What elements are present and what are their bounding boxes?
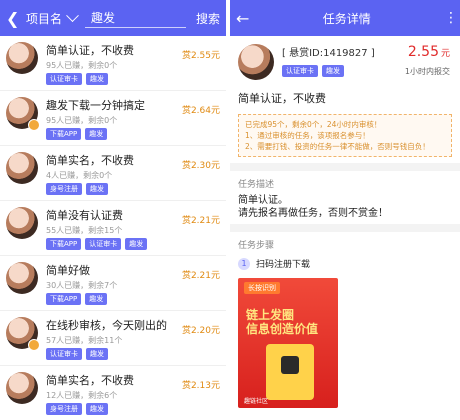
detail-header: ← 任务详情 ⋮ [230, 0, 460, 36]
task-list-screen: ❮ 项目名 趣发 搜索 简单认证，不收费 95人已赚，剩余0个 认证审卡 趣发 [0, 0, 226, 420]
avatar [6, 262, 38, 294]
reward-amount: 赏2.13元 [181, 381, 220, 391]
price-unit: 元 [440, 49, 450, 59]
notice-line: 已完成95个，剩余0个，24小时内审核！ [245, 120, 382, 129]
list-item[interactable]: 简单好做 30人已赚，剩余7个 下载APP 趣发 赏2.21元 [0, 256, 226, 311]
promo-image[interactable]: 长按识别 链上发圈 信息创造价值 趣链社区 [238, 278, 338, 408]
tag: 认证审卡 [282, 65, 318, 77]
avatar [6, 207, 38, 239]
tag: 认证审卡 [46, 348, 82, 360]
filter-dropdown[interactable]: 项目名 [26, 8, 79, 27]
task-stats: 95人已赚，剩余0个 [46, 61, 118, 70]
search-header: ❮ 项目名 趣发 搜索 [0, 0, 226, 36]
detail-summary: [ 悬赏ID:1419827 ] 认证审卡 趣发 2.55 元 1小时内报交 [230, 36, 460, 84]
notice-line: 2、需要打钱、投资的任务一律不能做，否则号钱自负！ [245, 142, 430, 151]
app-root: ❮ 项目名 趣发 搜索 简单认证，不收费 95人已赚，剩余0个 认证审卡 趣发 [0, 0, 460, 420]
promo-headline-line: 信息创造价值 [246, 322, 319, 336]
divider [230, 163, 460, 171]
promo-bottom: 趣链社区 [244, 398, 269, 405]
tag: 趣发 [85, 293, 108, 305]
task-stats: 55人已赚，剩余15个 [46, 226, 123, 235]
verified-badge-icon [28, 119, 40, 131]
tag: 趣发 [86, 403, 108, 415]
section-label: 任务步骤 [238, 241, 275, 251]
reward-amount: 赏2.64元 [181, 106, 220, 116]
divider [230, 224, 460, 232]
desc-line: 简单认证。 [238, 195, 288, 206]
step-number: 1 [238, 257, 250, 270]
notice-line: 1、通过审核的任务，该项报名参与！ [245, 131, 370, 140]
tag: 身号注册 [46, 403, 82, 415]
tag: 趣发 [86, 348, 108, 360]
task-detail-screen: ← 任务详情 ⋮ [ 悬赏ID:1419827 ] 认证审卡 趣发 2.55 元 … [230, 0, 460, 420]
avatar [238, 44, 274, 80]
price: 2.55 元 [408, 44, 450, 60]
tag: 趣发 [125, 238, 148, 250]
tag: 身号注册 [46, 183, 82, 195]
reward-amount: 赏2.21元 [181, 271, 220, 281]
task-stats: 4人已赚，剩余0个 [46, 171, 113, 180]
tag: 下载APP [46, 293, 82, 305]
avatar [6, 97, 40, 131]
step-title: 扫码注册下载 [256, 260, 311, 270]
time-note: 1小时内报交 [404, 67, 450, 76]
reward-amount: 赏2.55元 [181, 51, 220, 61]
desc-line: 请先报名再做任务，否则不赏金！ [238, 208, 388, 219]
reward-amount: 赏2.30元 [181, 161, 220, 171]
notice-box: 已完成95个，剩余0个，24小时内审核！ 1、通过审核的任务，该项报名参与！ 2… [238, 114, 452, 157]
tag: 下载APP [46, 238, 82, 250]
task-description: 简单认证。 请先报名再做任务，否则不赏金！ [230, 192, 460, 224]
filter-label: 项目名 [26, 11, 63, 26]
avatar [6, 372, 38, 404]
list-item[interactable]: 趣发下载一分钟搞定 95人已赚，剩余0个 下载APP 趣发 赏2.64元 [0, 91, 226, 146]
reward-amount: 赏2.21元 [181, 216, 220, 226]
tag: 趣发 [86, 73, 108, 85]
promo-headline-line: 链上发圈 [246, 308, 295, 322]
avatar [6, 42, 38, 74]
tag: 认证审卡 [46, 73, 82, 85]
tag: 下载APP [46, 128, 82, 140]
task-stats: 95人已赚，剩余0个 [46, 116, 118, 125]
page-title: 任务详情 [322, 11, 371, 26]
task-stats: 57人已赚，剩余11个 [46, 336, 123, 345]
back-arrow-icon[interactable]: ← [236, 9, 249, 28]
search-value: 趣发 [91, 11, 116, 25]
chevron-down-icon [66, 8, 79, 22]
tag: 趣发 [322, 65, 344, 77]
promo-headline: 链上发圈 信息创造价值 [246, 308, 318, 336]
step-item: 1 扫码注册下载 [230, 253, 460, 274]
task-title: 简单认证，不收费 [238, 92, 326, 105]
tag: 趣发 [85, 128, 108, 140]
list-item[interactable]: 简单实名，不收费 12人已赚，剩余6个 身号注册 趣发 赏2.13元 [0, 366, 226, 420]
tag: 趣发 [86, 183, 108, 195]
search-input[interactable]: 趣发 [85, 8, 186, 28]
task-stats: 12人已赚，剩余6个 [46, 391, 118, 400]
list-item[interactable]: 在线秒审核，今天刚出的 57人已赚，剩余11个 认证审卡 趣发 赏2.20元 [0, 311, 226, 366]
list-item[interactable]: 简单实名，不收费 4人已赚，剩余0个 身号注册 趣发 赏2.30元 [0, 146, 226, 201]
section-label: 任务描述 [238, 180, 275, 190]
avatar [6, 317, 40, 351]
phone-illustration [266, 344, 314, 400]
avatar [6, 152, 38, 184]
verified-badge-icon [28, 339, 40, 351]
task-list: 简单认证，不收费 95人已赚，剩余0个 认证审卡 趣发 赏2.55元 趣发下载一… [0, 36, 226, 420]
reward-amount: 赏2.20元 [181, 326, 220, 336]
search-button[interactable]: 搜索 [196, 10, 220, 27]
tag: 认证审卡 [85, 238, 122, 250]
list-item[interactable]: 简单认证，不收费 95人已赚，剩余0个 认证审卡 趣发 赏2.55元 [0, 36, 226, 91]
app-icon [281, 356, 299, 374]
back-arrow-icon[interactable]: ❮ [6, 9, 20, 28]
task-stats: 30人已赚，剩余7个 [46, 281, 118, 290]
promo-sign: 长按识别 [244, 282, 280, 294]
list-item[interactable]: 简单没有认证费 55人已赚，剩余15个 下载APP 认证审卡 趣发 赏2.21元 [0, 201, 226, 256]
price-value: 2.55 [407, 44, 439, 60]
more-vertical-icon[interactable]: ⋮ [444, 10, 458, 26]
